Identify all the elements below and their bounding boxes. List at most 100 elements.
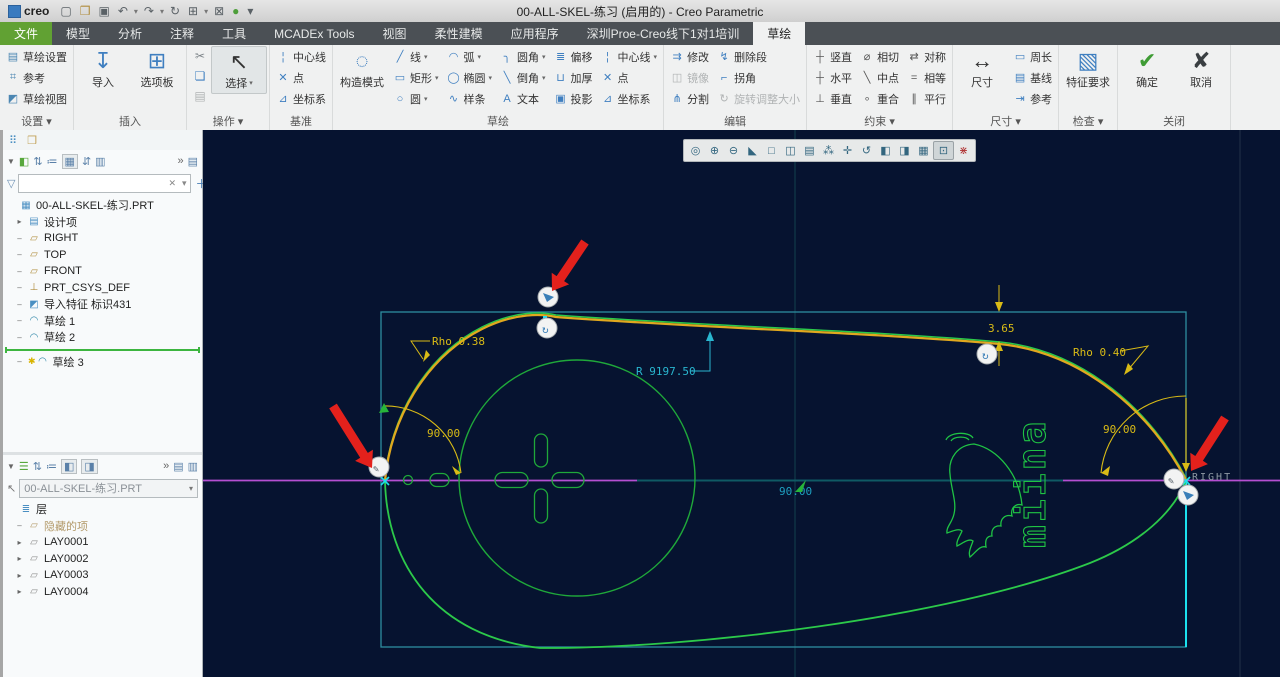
expand-arrow-icon[interactable]: ▸ — [15, 217, 24, 226]
spline-button[interactable]: ∿样条 — [443, 88, 497, 109]
windows-icon-dropdown[interactable]: ▾ — [203, 7, 209, 16]
ok-button[interactable]: ✔确定 — [1120, 46, 1174, 92]
coincident-button[interactable]: ∘重合 — [856, 88, 903, 109]
columns-icon[interactable]: ▦ — [62, 154, 78, 169]
tab-menu-3[interactable]: 注释 — [156, 22, 208, 45]
dropdown-arrow-icon[interactable]: ▾ — [489, 74, 493, 82]
sketch-viewport[interactable]: 90.00 90.00 90.00 Rho 0.38 R 9197.50 3.6… — [203, 130, 1280, 677]
layer-list-icon[interactable]: ▤ — [173, 460, 183, 473]
axis-display-icon[interactable]: ◨ — [895, 142, 914, 159]
corner-button[interactable]: ⌐拐角 — [713, 67, 804, 88]
tab-file[interactable]: 文件 — [0, 22, 52, 45]
slot[interactable] — [535, 489, 548, 523]
save-icon[interactable]: ▣ — [95, 4, 112, 18]
tree-item-7[interactable]: –◠草绘 2 — [3, 329, 202, 346]
text-button[interactable]: A文本 — [496, 88, 550, 109]
datum-display-icon[interactable]: ⁂ — [819, 142, 838, 159]
layer-item-4[interactable]: ▸▱LAY0004 — [3, 584, 202, 601]
tree-filter-input[interactable] — [19, 176, 165, 192]
layer-isolate-icon[interactable]: ◨ — [81, 459, 97, 474]
insert-indicator[interactable] — [5, 349, 200, 351]
tab-menu-10[interactable]: 草绘 — [753, 22, 805, 45]
layer-model-combo[interactable]: 00-ALL-SKEL-练习.PRT ▾ — [19, 479, 198, 498]
csys-button[interactable]: ⊿坐标系 — [272, 88, 330, 109]
import-button[interactable]: ↧导入 — [76, 46, 130, 92]
offset-button[interactable]: ≣偏移 — [550, 46, 597, 67]
tree-item-3[interactable]: –▱FRONT — [3, 263, 202, 280]
equal-button[interactable]: =相等 — [903, 67, 950, 88]
dimension-button[interactable]: ↔尺寸 — [955, 46, 1009, 92]
chamfer-button[interactable]: ╲倒角▾ — [496, 67, 550, 88]
layer-item-3[interactable]: ▸▱LAY0003 — [3, 567, 202, 584]
fillet-button[interactable]: ╮圆角▾ — [496, 46, 550, 67]
undo-icon[interactable]: ↶ — [115, 4, 131, 18]
view-manager-icon[interactable]: ▤ — [800, 142, 819, 159]
regenerate-icon[interactable]: ↻ — [167, 4, 183, 18]
list-settings-icon[interactable]: ≔ — [47, 155, 58, 168]
tree-item-1[interactable]: –▱RIGHT — [3, 230, 202, 247]
plane-display-icon[interactable]: ◧ — [876, 142, 895, 159]
zoom-out-icon[interactable]: ⊖ — [724, 142, 743, 159]
folder-browser-tab-icon[interactable]: ❒ — [27, 134, 37, 147]
tab-menu-7[interactable]: 柔性建模 — [421, 22, 497, 45]
parallel-button[interactable]: ∥平行 — [903, 88, 950, 109]
tab-menu-9[interactable]: 深圳Proe-Creo线下1对1培训 — [573, 22, 754, 45]
sketch-orientation-icon[interactable]: ⊡ — [933, 141, 954, 160]
tab-menu-2[interactable]: 分析 — [104, 22, 156, 45]
tree-item-2[interactable]: –▱TOP — [3, 247, 202, 264]
tree-page-icon[interactable]: ▤ — [188, 155, 198, 168]
perimeter-button[interactable]: ▭周长 — [1009, 46, 1056, 67]
project-button[interactable]: ▣投影 — [550, 88, 597, 109]
3d-csys-icon[interactable]: ⋇ — [954, 142, 973, 159]
annotation-display-icon[interactable]: ✛ — [838, 142, 857, 159]
tab-menu-6[interactable]: 视图 — [369, 22, 421, 45]
dropdown-arrow-icon[interactable]: ▾ — [654, 53, 658, 61]
circle-button[interactable]: ○圆▾ — [389, 88, 443, 109]
expand-arrow-icon[interactable]: ▸ — [15, 571, 24, 580]
customize-icon[interactable]: ▾ — [244, 4, 256, 18]
filter-funnel-icon[interactable]: ▽ — [7, 177, 15, 190]
collapse-icon[interactable]: ⇅ — [33, 155, 42, 168]
filter-dropdown-icon[interactable]: ▾ — [179, 178, 190, 189]
drag-handles[interactable]: ↻ ✎ ↻ ✎ — [369, 287, 1198, 505]
layer-item-0[interactable]: –▱隐藏的项 — [3, 518, 202, 535]
cancel-button[interactable]: ✘取消 — [1174, 46, 1228, 92]
display-style-icon[interactable]: □ — [762, 142, 781, 159]
dim-angle-right[interactable]: 90.00 — [1103, 423, 1136, 436]
zoom-in-icon[interactable]: ⊕ — [705, 142, 724, 159]
model-tree-icon[interactable]: ◧ — [19, 155, 29, 168]
point-button[interactable]: ✕点 — [272, 67, 330, 88]
tree-item-0[interactable]: ▸▤设计项 — [3, 214, 202, 231]
windows-icon[interactable]: ⊞ — [185, 4, 201, 18]
baseline-button[interactable]: ▤基线 — [1009, 67, 1056, 88]
tab-menu-8[interactable]: 应用程序 — [497, 22, 573, 45]
layer-root[interactable]: ≣层 — [3, 501, 202, 518]
select-cursor-icon[interactable]: ↖ — [7, 482, 16, 495]
ribbon-group-label[interactable]: 尺寸 ▾ — [955, 115, 1056, 130]
tree-item-root[interactable]: ▦00-ALL-SKEL-练习.PRT — [3, 197, 202, 214]
dropdown-arrow-icon[interactable]: ▾ — [478, 53, 482, 61]
thicken-button[interactable]: ⊔加厚 — [550, 67, 597, 88]
vertical-button[interactable]: ┼竖直 — [809, 46, 856, 67]
redo-icon[interactable]: ↷ — [141, 4, 157, 18]
tree-item-8[interactable]: –✱◠草绘 3 — [3, 354, 202, 371]
tree-item-5[interactable]: –◩导入特征 标识431 — [3, 296, 202, 313]
dim-offset-gap[interactable]: 3.65 — [988, 322, 1015, 335]
palette-button[interactable]: ⊞选项板 — [130, 46, 184, 92]
expand-arrow-icon[interactable]: ▸ — [15, 554, 24, 563]
copy-icon[interactable]: ❏ — [189, 66, 211, 86]
dim-angle-left[interactable]: 90.00 — [427, 427, 460, 440]
graphics-area[interactable]: ◎⊕⊖◣□◫▤⁂✛↺◧◨▦⊡⋇ 90.00 — [203, 130, 1280, 677]
tree-dropdown-icon[interactable]: ▼ — [7, 157, 15, 166]
layer-item-1[interactable]: ▸▱LAY0001 — [3, 534, 202, 551]
dropdown-arrow-icon[interactable]: ▾ — [435, 74, 439, 82]
perpendicular-button[interactable]: ⊥垂直 — [809, 88, 856, 109]
redo-icon-dropdown[interactable]: ▾ — [159, 7, 165, 16]
point-button[interactable]: ✕点 — [597, 67, 662, 88]
centerline-button[interactable]: ¦中心线 — [272, 46, 330, 67]
ribbon-group-label[interactable]: 设置 ▾ — [2, 115, 71, 130]
spin-center-icon[interactable]: ↺ — [857, 142, 876, 159]
tab-menu-1[interactable]: 模型 — [52, 22, 104, 45]
close-icon[interactable]: ⊠ — [211, 4, 227, 18]
modify-button[interactable]: ⇉修改 — [666, 46, 713, 67]
